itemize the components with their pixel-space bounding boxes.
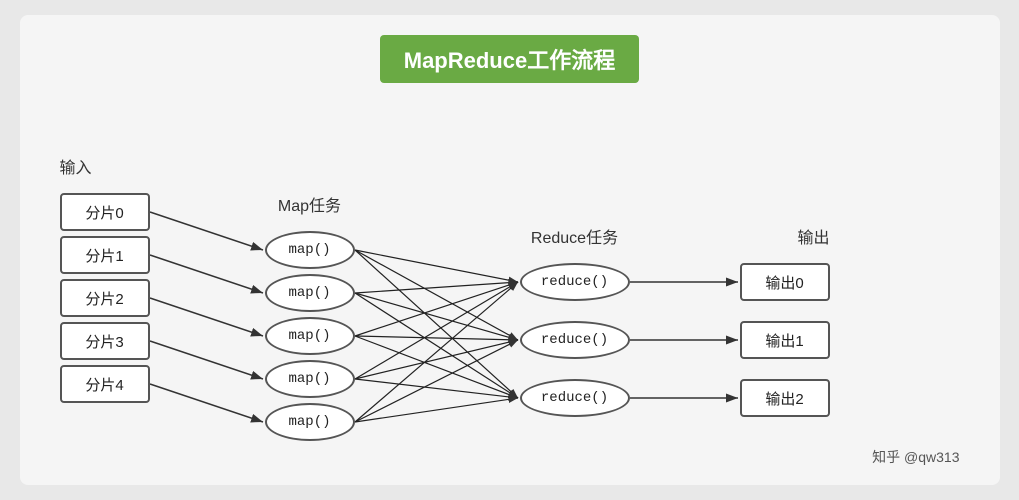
map-node-3: map() (265, 360, 355, 398)
map-node-1: map() (265, 274, 355, 312)
map-node-0: map() (265, 231, 355, 269)
map-column: Map任务 map() map() map() map() map() (240, 192, 380, 446)
output-node-1: 输出1 (740, 321, 830, 359)
input-header: 输入 (60, 154, 92, 178)
input-column: 输入 分片0 分片1 分片2 分片3 分片4 (60, 154, 180, 408)
reduce-node-1: reduce() (520, 321, 630, 359)
input-node-3: 分片3 (60, 322, 150, 360)
output-header: 输出 (797, 224, 829, 248)
flow-area: 输入 分片0 分片1 分片2 分片3 分片4 Map任务 map() map()… (20, 83, 1000, 485)
input-node-1: 分片1 (60, 236, 150, 274)
output-node-2: 输出2 (740, 379, 830, 417)
input-node-0: 分片0 (60, 193, 150, 231)
reduce-column: Reduce任务 reduce() reduce() reduce() (500, 224, 650, 422)
reduce-node-0: reduce() (520, 263, 630, 301)
title: MapReduce工作流程 (380, 35, 639, 83)
watermark: 知乎 @qw313 (872, 447, 959, 467)
reduce-node-2: reduce() (520, 379, 630, 417)
input-node-4: 分片4 (60, 365, 150, 403)
output-nodes: 输出0 输出1 输出2 (740, 258, 830, 422)
output-node-0: 输出0 (740, 263, 830, 301)
reduce-header: Reduce任务 (531, 224, 618, 248)
input-nodes: 分片0 分片1 分片2 分片3 分片4 (60, 188, 150, 408)
reduce-nodes: reduce() reduce() reduce() (520, 258, 630, 422)
input-node-2: 分片2 (60, 279, 150, 317)
output-column: 输出 输出0 输出1 输出2 (710, 224, 830, 422)
map-nodes: map() map() map() map() map() (265, 226, 355, 446)
map-header: Map任务 (278, 192, 341, 216)
map-node-2: map() (265, 317, 355, 355)
map-node-4: map() (265, 403, 355, 441)
diagram-container: MapReduce工作流程 输入 分片0 分片1 分片2 分片3 分片4 (20, 15, 1000, 485)
